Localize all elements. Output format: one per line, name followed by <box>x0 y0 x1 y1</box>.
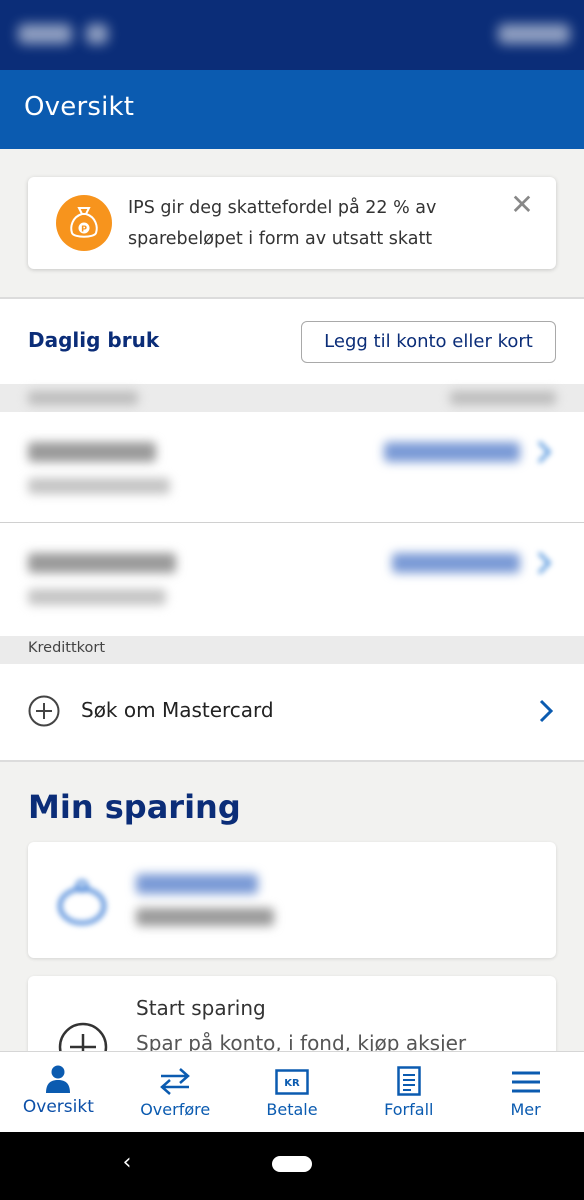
savings-account-name-blurred <box>136 874 258 894</box>
system-navigation-bar: ‹ <box>0 1132 584 1200</box>
nav-forfall[interactable]: Forfall <box>350 1052 467 1133</box>
person-icon <box>46 1065 71 1093</box>
plus-circle-icon <box>28 695 60 727</box>
document-icon <box>397 1066 421 1096</box>
nav-label: Betale <box>266 1100 318 1119</box>
nav-label: Oversikt <box>22 1097 94 1117</box>
account-balance-blurred <box>392 553 520 573</box>
account-group-header-blurred <box>0 384 584 412</box>
status-time-blurred <box>18 24 72 44</box>
status-bar <box>0 0 584 70</box>
svg-text:P: P <box>81 225 87 234</box>
app-header: Oversikt <box>0 70 584 149</box>
money-bag-icon: P <box>56 195 112 251</box>
bottom-navigation: Oversikt Overføre KR Betale Forfall Mer <box>0 1051 584 1132</box>
nav-betale[interactable]: KR Betale <box>234 1052 351 1133</box>
page-title: Oversikt <box>24 92 135 122</box>
credit-card-section-label: Kredittkort <box>28 640 106 656</box>
home-pill-button[interactable] <box>272 1156 312 1172</box>
chevron-right-icon <box>537 551 552 575</box>
account-row[interactable] <box>0 523 584 636</box>
savings-account-card[interactable] <box>28 842 556 958</box>
menu-icon <box>511 1071 540 1093</box>
account-row[interactable] <box>0 412 584 522</box>
svg-text:KR: KR <box>284 1078 300 1089</box>
nav-label: Overføre <box>140 1100 211 1119</box>
status-system-icons-blurred <box>498 24 570 44</box>
back-icon[interactable]: ‹ <box>113 1150 141 1178</box>
account-number-blurred <box>28 478 170 494</box>
start-saving-title: Start sparing <box>136 996 266 1020</box>
savings-title: Min sparing <box>28 788 241 826</box>
account-name-blurred <box>28 553 176 573</box>
chevron-right-icon <box>539 699 554 723</box>
transfer-arrows-icon <box>160 1068 191 1095</box>
ips-tip-card: P IPS gir deg skattefordel på 22 % av sp… <box>28 177 556 269</box>
apply-mastercard-row[interactable]: Søk om Mastercard <box>0 664 584 760</box>
nav-overfore[interactable]: Overføre <box>117 1052 234 1133</box>
status-notification-icon-blurred <box>86 24 108 44</box>
group-total-blurred <box>450 391 556 405</box>
daily-use-title: Daglig bruk <box>28 328 160 352</box>
nav-label: Mer <box>510 1100 541 1119</box>
apply-mastercard-label: Søk om Mastercard <box>81 698 274 722</box>
account-balance-blurred <box>384 442 520 462</box>
nav-mer[interactable]: Mer <box>467 1052 584 1133</box>
kr-card-icon: KR <box>275 1069 309 1095</box>
piggy-bank-icon <box>58 879 106 925</box>
savings-account-balance-blurred <box>136 908 274 926</box>
close-icon[interactable]: ✕ <box>504 187 540 223</box>
nav-label: Forfall <box>384 1100 434 1119</box>
account-name-blurred <box>28 442 156 462</box>
add-account-or-card-button[interactable]: Legg til konto eller kort <box>301 321 556 363</box>
tip-message: IPS gir deg skattefordel på 22 % av spar… <box>128 198 437 249</box>
section-divider <box>0 760 584 762</box>
account-number-blurred <box>28 589 166 605</box>
chevron-right-icon <box>537 440 552 464</box>
group-name-blurred <box>28 391 138 405</box>
nav-oversikt[interactable]: Oversikt <box>0 1052 117 1133</box>
